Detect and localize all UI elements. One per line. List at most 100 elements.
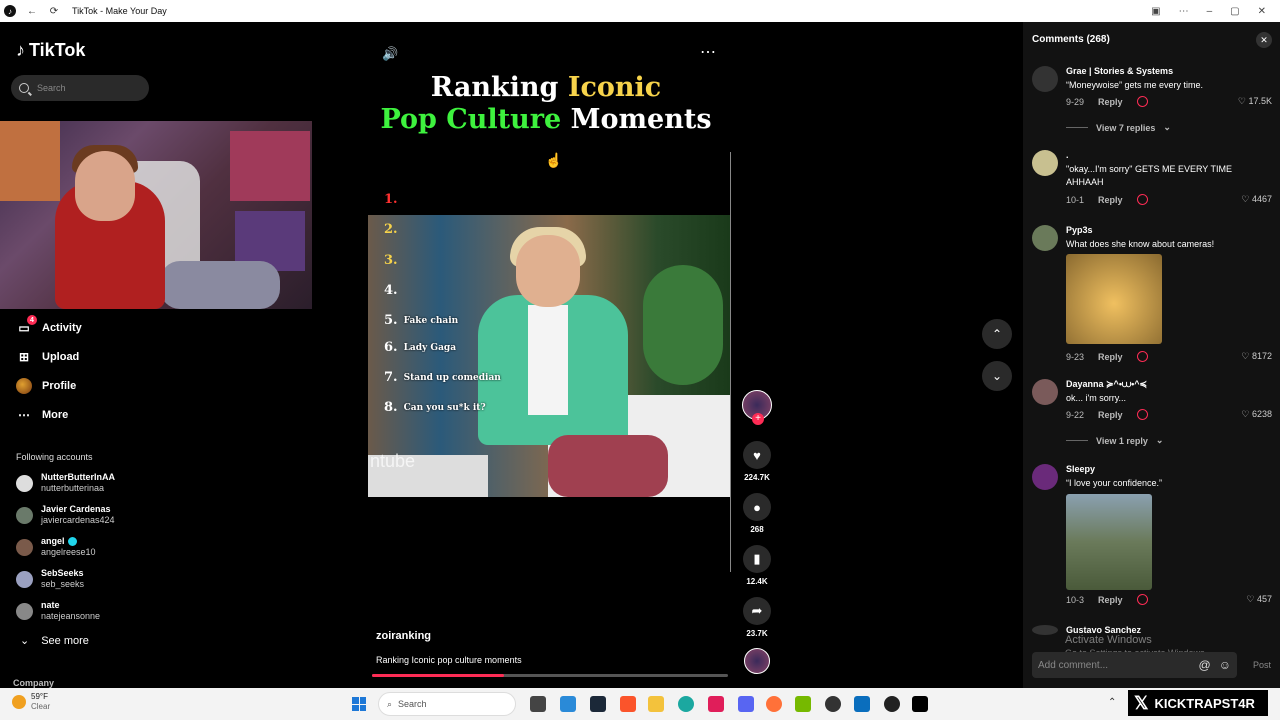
more-options-icon[interactable]: ⋯	[1179, 6, 1189, 17]
discord-icon[interactable]	[738, 696, 754, 712]
video-frame: ntube	[368, 215, 730, 497]
nav-more[interactable]: ⋯ More	[16, 407, 68, 423]
back-arrow-icon[interactable]: ←	[24, 6, 40, 17]
file-explorer-icon[interactable]	[648, 696, 664, 712]
share-button[interactable]: ➦ 23.7K	[741, 597, 773, 638]
comment-meta: 9-23 Reply	[1066, 351, 1148, 362]
tray-chevron-up-icon[interactable]: ⌃	[1108, 697, 1116, 708]
follow-plus-icon[interactable]: +	[752, 413, 764, 425]
reply-icon[interactable]	[1136, 351, 1148, 362]
comment-gif-cat[interactable]	[1066, 254, 1162, 344]
mention-icon[interactable]: @	[1199, 658, 1211, 672]
nav-upload[interactable]: ⊞ Upload	[16, 349, 79, 365]
chevron-down-icon: ⌄	[1155, 435, 1164, 445]
comment-meta: 10-1 Reply	[1066, 194, 1148, 205]
avatar[interactable]	[1032, 379, 1058, 405]
heart-icon: ♥	[743, 441, 771, 469]
reply-button[interactable]: Reply	[1098, 352, 1123, 362]
tiktok-active-icon[interactable]	[912, 696, 928, 712]
profile-icon	[16, 378, 32, 394]
app-options-icon[interactable]: ▣	[1151, 6, 1160, 17]
weather-sun-icon	[12, 695, 26, 709]
comment-likes[interactable]: ♡ 8172	[1241, 351, 1272, 362]
comment-button[interactable]: ● 268	[741, 493, 773, 534]
reply-button[interactable]: Reply	[1098, 97, 1123, 107]
video-options-icon[interactable]: ⋯	[700, 42, 717, 62]
maximize-button[interactable]: ▢	[1230, 6, 1239, 17]
comment-meta: 9-29 Reply	[1066, 96, 1148, 107]
add-comment-input[interactable]: Add comment... @ ☺	[1032, 652, 1237, 678]
app-icon[interactable]	[884, 696, 900, 712]
post-button[interactable]: Post	[1253, 660, 1271, 670]
previous-video-button[interactable]: ⌃	[982, 319, 1012, 349]
comment-likes[interactable]: ♡ 6238	[1241, 409, 1272, 420]
next-video-button[interactable]: ⌄	[982, 361, 1012, 391]
volume-icon[interactable]: 🔊	[382, 46, 398, 62]
tiktok-taskbar-icon[interactable]	[708, 696, 724, 712]
following-item[interactable]: SebSeeks seb_seeks	[16, 568, 84, 590]
comment-likes[interactable]: ♡ 4467	[1241, 194, 1272, 205]
emoji-icon[interactable]: ☺	[1219, 658, 1231, 672]
tiktok-logo[interactable]: ♪ TikTok	[16, 40, 85, 61]
video-author[interactable]: zoiranking	[376, 630, 431, 642]
nav-activity[interactable]: ▭ 4 Activity	[16, 315, 82, 336]
brave-icon[interactable]	[620, 696, 636, 712]
video-progress-bar[interactable]	[372, 674, 728, 677]
obs-icon[interactable]	[825, 696, 841, 712]
app-icon[interactable]	[854, 696, 870, 712]
view-replies-button[interactable]: View 7 replies ⌄	[1066, 122, 1171, 133]
steam-icon[interactable]	[590, 696, 606, 712]
comment-user[interactable]: Grae | Stories & Systems	[1066, 66, 1173, 76]
avatar[interactable]	[1032, 625, 1058, 635]
close-comments-button[interactable]: ✕	[1256, 32, 1272, 48]
video-description: Ranking Iconic pop culture moments	[376, 655, 522, 665]
reply-icon[interactable]	[1136, 96, 1148, 107]
reply-icon[interactable]	[1136, 594, 1148, 605]
reply-icon[interactable]	[1136, 409, 1148, 420]
comment-gif-soldiers[interactable]	[1066, 494, 1152, 590]
weather-widget[interactable]: 59°F Clear	[12, 692, 50, 712]
reply-button[interactable]: Reply	[1098, 195, 1123, 205]
company-link[interactable]: Company	[13, 678, 54, 688]
avatar[interactable]	[1032, 150, 1058, 176]
reply-button[interactable]: Reply	[1098, 410, 1123, 420]
nav-profile[interactable]: Profile	[16, 378, 76, 394]
account-name: nate	[41, 600, 60, 610]
comment-likes[interactable]: ♡ 457	[1246, 594, 1272, 605]
see-more-button[interactable]: ⌄ See more	[20, 634, 89, 648]
refresh-icon[interactable]: ⟳	[46, 6, 62, 17]
taskbar-search[interactable]: ⌕ Search	[378, 692, 516, 716]
notepad-icon[interactable]	[560, 696, 576, 712]
minimize-button[interactable]: –	[1207, 6, 1213, 17]
reply-icon[interactable]	[1136, 194, 1148, 205]
nvidia-icon[interactable]	[795, 696, 811, 712]
creator-avatar-button[interactable]: +	[741, 390, 773, 425]
reply-button[interactable]: Reply	[1098, 595, 1123, 605]
task-view-icon[interactable]	[530, 696, 546, 712]
comment-user[interactable]: .	[1066, 150, 1069, 160]
following-item[interactable]: NutterButterInAA nutterbutterinaa	[16, 472, 115, 494]
following-item[interactable]: angel angelreese10	[16, 536, 96, 558]
following-item[interactable]: Javier Cardenas javiercardenas424	[16, 504, 115, 526]
following-item[interactable]: nate natejeansonne	[16, 600, 100, 622]
comment-likes[interactable]: ♡ 17.5K	[1238, 96, 1272, 107]
music-disc-icon	[744, 648, 770, 674]
comment-user[interactable]: Sleepy	[1066, 464, 1095, 474]
comment-user[interactable]: Dayanna ≽^•⩊•^≼	[1066, 379, 1147, 390]
save-button[interactable]: ▮ 12.4K	[741, 545, 773, 586]
avatar[interactable]	[1032, 464, 1058, 490]
firefox-icon[interactable]	[766, 696, 782, 712]
windows-start-icon[interactable]	[352, 697, 366, 711]
edge-icon[interactable]	[678, 696, 694, 712]
comment-user[interactable]: Pyp3s	[1066, 225, 1093, 235]
verified-icon	[67, 537, 77, 546]
video-player[interactable]: 🔊 ⋯ Ranking Iconic Pop Culture Moments ☝…	[330, 22, 1023, 688]
close-window-button[interactable]: ✕	[1258, 6, 1266, 17]
view-replies-button[interactable]: View 1 reply ⌄	[1066, 435, 1163, 446]
search-input[interactable]: Search	[11, 75, 149, 101]
like-button[interactable]: ♥ 224.7K	[741, 441, 773, 482]
music-disc-button[interactable]	[741, 648, 773, 674]
rank-item: 5. Fake chain	[384, 313, 459, 328]
avatar[interactable]	[1032, 225, 1058, 251]
avatar[interactable]	[1032, 66, 1058, 92]
